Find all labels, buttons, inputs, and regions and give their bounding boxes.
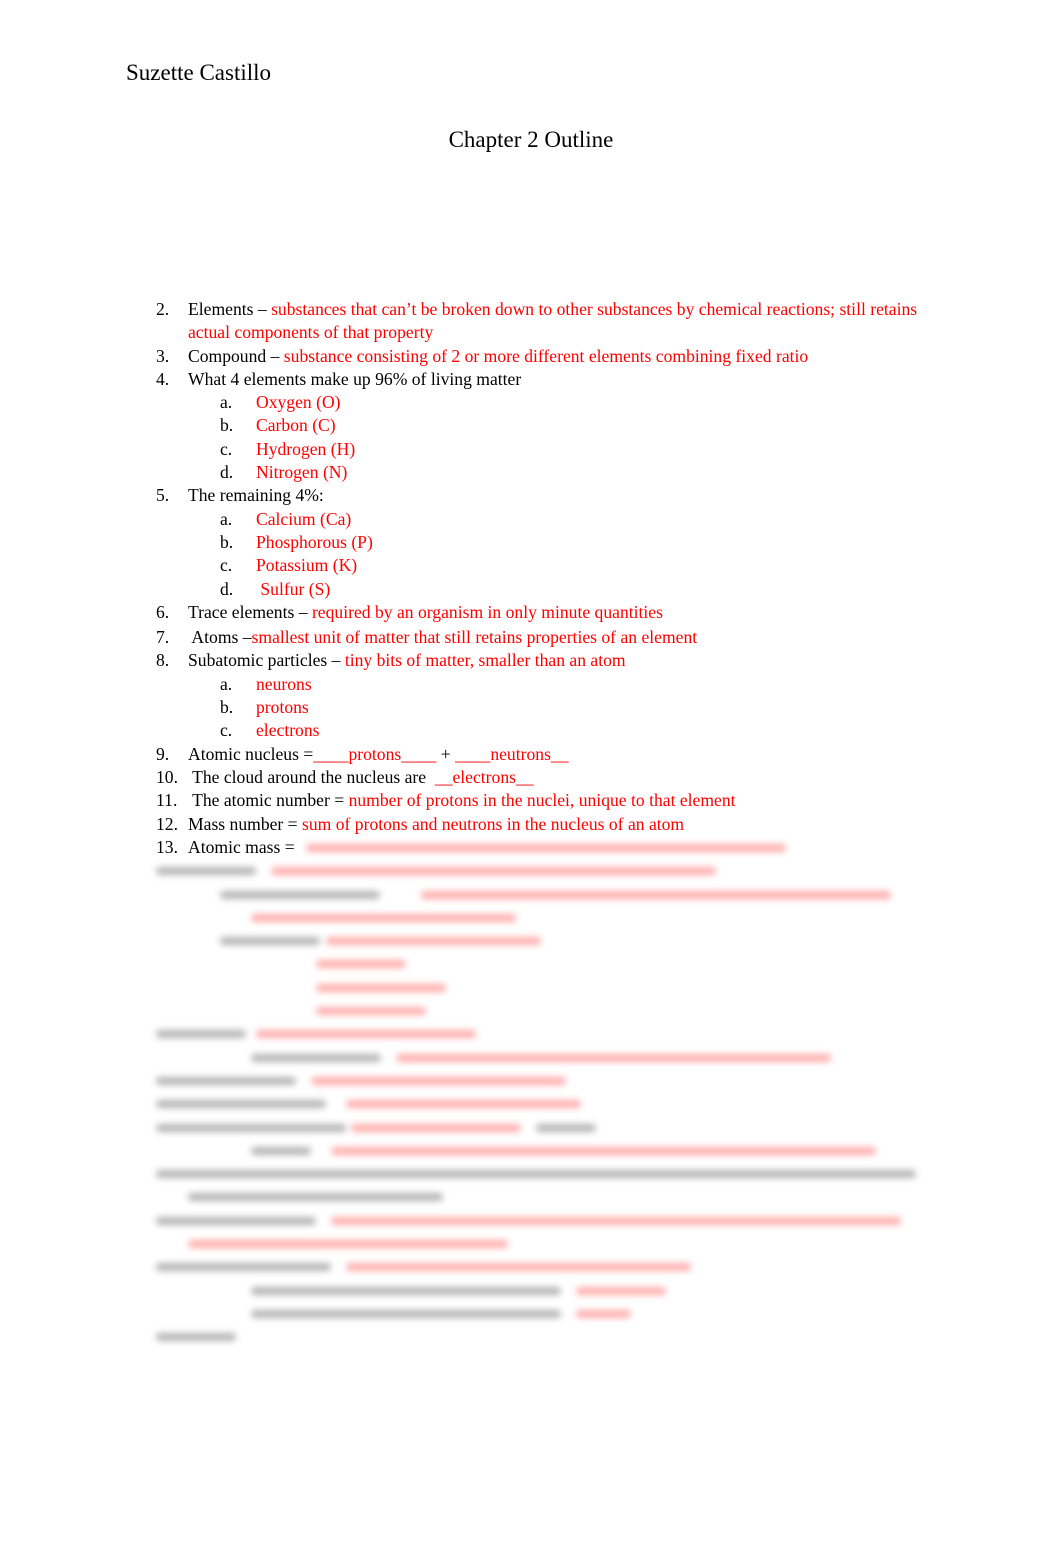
outline-item: 4. What 4 elements make up 96% of living… <box>156 368 936 391</box>
item-number: 6. <box>156 601 170 622</box>
sub-letter: c. <box>220 555 233 576</box>
item-answer: substance consisting of 2 or more differ… <box>283 345 809 366</box>
sub-letter: a. <box>220 392 233 413</box>
item-term: The atomic number = <box>188 790 349 811</box>
item-answer: __electrons__ <box>434 766 534 787</box>
sub-letter: d. <box>220 578 234 599</box>
outline-item: 5. The remaining 4%: <box>156 484 936 507</box>
item-term: Atomic nucleus = <box>188 743 314 764</box>
sub-answer: protons <box>256 697 309 718</box>
sub-letter: a. <box>220 673 233 694</box>
item-number: 5. <box>156 485 170 506</box>
sub-answer: Nitrogen (N) <box>256 462 348 483</box>
outline-item: 9. Atomic nucleus =____protons____ + ___… <box>156 743 936 766</box>
sub-answer: Potassium (K) <box>256 555 358 576</box>
item-term: Compound – <box>188 345 284 366</box>
item-answer-2: ____neutrons__ <box>455 743 569 764</box>
outline-item: 6. Trace elements – required by an organ… <box>156 601 936 624</box>
sub-letter: a. <box>220 508 233 529</box>
item-number: 12. <box>156 813 178 834</box>
sub-item: a. Calcium (Ca) <box>156 508 936 531</box>
item-number: 4. <box>156 368 170 389</box>
outline-list: 2. Elements – substances that can’t be b… <box>156 298 936 859</box>
sub-letter: c. <box>220 720 233 741</box>
item-number: 10. <box>156 766 178 787</box>
document-title: Chapter 2 Outline <box>448 127 614 152</box>
sub-answer: Phosphorous (P) <box>256 531 373 552</box>
item-term: The remaining 4%: <box>188 485 324 506</box>
item-answer: tiny bits of matter, smaller than an ato… <box>344 650 626 671</box>
item-number: 8. <box>156 650 170 671</box>
sub-answer: neurons <box>256 673 312 694</box>
sub-letter: b. <box>220 697 234 718</box>
item-number: 2. <box>156 299 170 319</box>
item-term: Subatomic particles – <box>188 650 345 671</box>
outline-item: 12. Mass number = sum of protons and neu… <box>156 813 936 836</box>
item-number: 9. <box>156 743 170 764</box>
sub-letter: b. <box>220 531 234 552</box>
sub-answer: Hydrogen (H) <box>256 438 356 459</box>
item-answer: required by an organism in only minute q… <box>311 601 663 622</box>
sub-letter: b. <box>220 415 234 436</box>
sub-item: d. Nitrogen (N) <box>156 461 936 484</box>
sub-letter: c. <box>220 438 233 459</box>
sub-answer: electrons <box>256 720 320 741</box>
sub-item: b. Carbon (C) <box>156 414 936 437</box>
sub-item: a. neurons <box>156 673 936 696</box>
item-answer: ____protons____ <box>313 743 437 764</box>
sub-letter: d. <box>220 462 234 483</box>
item-term: The cloud around the nucleus are <box>188 766 435 787</box>
outline-item: 11. The atomic number = number of proton… <box>156 789 936 812</box>
item-term: What 4 elements make up 96% of living ma… <box>188 368 522 389</box>
outline-item: 7. Atoms –smallest unit of matter that s… <box>156 626 936 649</box>
sub-item: c. electrons <box>156 719 936 742</box>
sub-item: b. Phosphorous (P) <box>156 531 936 554</box>
item-term: Elements – <box>188 299 272 319</box>
item-answer: substances that can’t be broken down to … <box>188 299 918 343</box>
sub-item: c. Hydrogen (H) <box>156 438 936 461</box>
item-answer: smallest unit of matter that still retai… <box>251 627 698 648</box>
item-number: 7. <box>156 627 170 648</box>
obscured-content <box>156 836 936 1349</box>
item-number: 3. <box>156 345 170 366</box>
outline-item: 8. Subatomic particles – tiny bits of ma… <box>156 649 936 672</box>
item-term: Atoms – <box>188 627 252 648</box>
item-number: 11. <box>156 790 178 811</box>
item-answer: sum of protons and neutrons in the nucle… <box>302 813 685 834</box>
sub-item: b. protons <box>156 696 936 719</box>
sub-answer: Calcium (Ca) <box>256 508 352 529</box>
item-term-plus: + <box>436 743 456 764</box>
sub-answer: Carbon (C) <box>256 415 336 436</box>
outline-item: 10. The cloud around the nucleus are __e… <box>156 766 936 789</box>
sub-answer: Sulfur (S) <box>256 578 331 599</box>
sub-item: d. Sulfur (S) <box>156 578 936 601</box>
item-term: Trace elements – <box>188 601 312 622</box>
outline-item: 3. Compound – substance consisting of 2 … <box>156 345 936 368</box>
item-answer: number of protons in the nuclei, unique … <box>348 790 736 811</box>
author-name: Suzette Castillo <box>126 60 272 85</box>
item-term: Mass number = <box>188 813 303 834</box>
sub-answer: Oxygen (O) <box>256 392 341 413</box>
sub-item: c. Potassium (K) <box>156 554 936 577</box>
outline-item: 2. Elements – substances that can’t be b… <box>156 298 936 345</box>
sub-item: a. Oxygen (O) <box>156 391 936 414</box>
